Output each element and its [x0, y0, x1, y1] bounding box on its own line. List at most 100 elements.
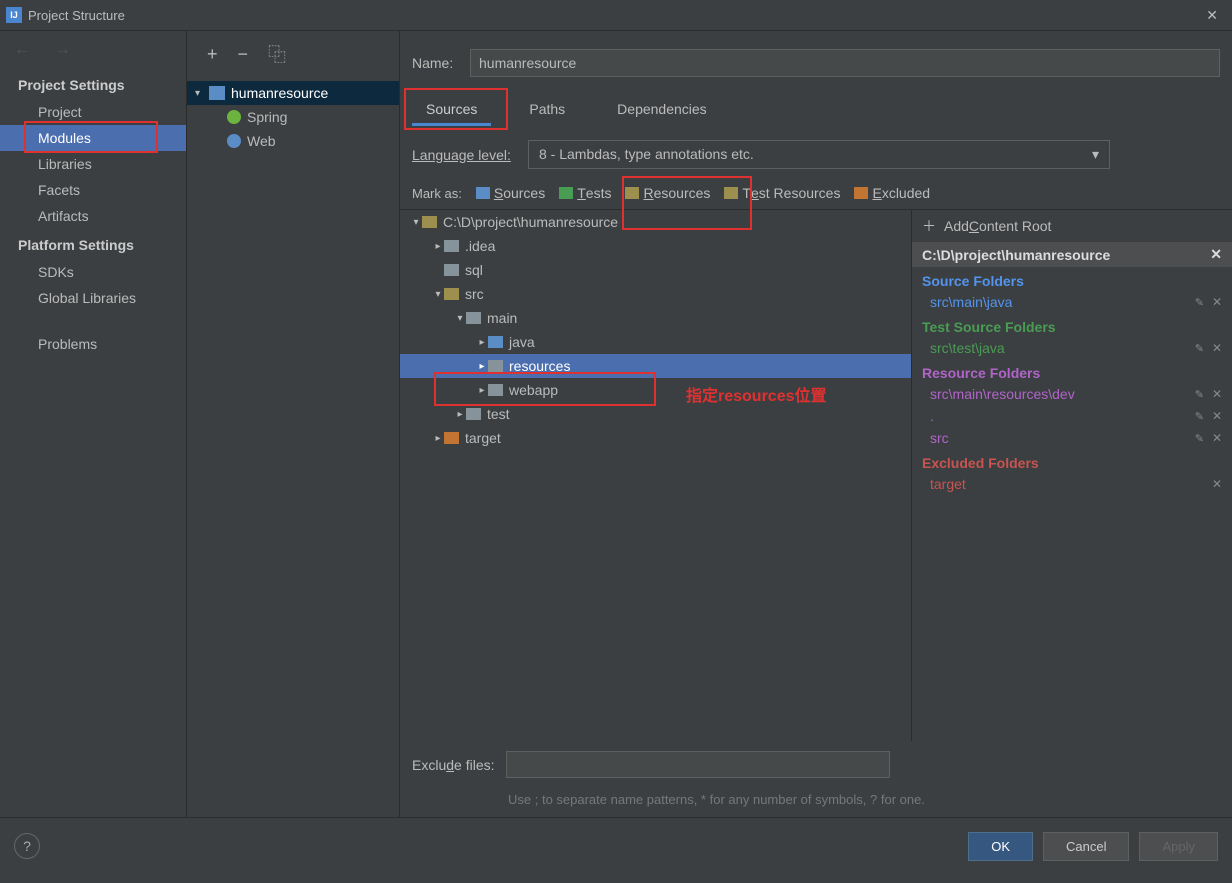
ok-button[interactable]: OK: [968, 832, 1033, 861]
test-folder-item[interactable]: src\test\java✎✕: [912, 337, 1232, 359]
language-level-select[interactable]: 8 - Lambdas, type annotations etc. ▾: [528, 140, 1110, 169]
content-root-path[interactable]: C:\D\project\humanresource✕: [912, 242, 1232, 267]
name-label: Name:: [412, 55, 470, 71]
nav-facets[interactable]: Facets: [0, 177, 186, 203]
resource-folders-head: Resource Folders: [912, 359, 1232, 383]
nav-sdks[interactable]: SDKs: [0, 259, 186, 285]
folder-icon: [444, 264, 459, 276]
apply-button[interactable]: Apply: [1139, 832, 1218, 861]
folder-icon: [724, 187, 738, 199]
close-icon[interactable]: ✕: [1210, 246, 1222, 263]
nav-problems[interactable]: Problems: [0, 331, 186, 357]
ctree-java[interactable]: ▸java: [400, 330, 911, 354]
folder-icon: [444, 240, 459, 252]
copy-module-icon[interactable]: ⿻: [268, 41, 286, 67]
module-root[interactable]: ▾ humanresource: [187, 81, 399, 105]
nav-forward-icon[interactable]: →: [54, 41, 70, 58]
ctree-idea[interactable]: ▸.idea: [400, 234, 911, 258]
ctree-root[interactable]: ▾C:\D\project\humanresource: [400, 210, 911, 234]
help-icon[interactable]: ?: [14, 833, 40, 859]
folder-icon: [466, 408, 481, 420]
close-icon[interactable]: ✕: [1212, 341, 1222, 355]
exclude-files-label: Exclude files:: [412, 757, 506, 773]
chevron-down-icon[interactable]: ▾: [195, 88, 205, 99]
module-name-input[interactable]: [470, 49, 1220, 77]
pencil-icon[interactable]: ✎: [1195, 296, 1204, 309]
tab-dependencies[interactable]: Dependencies: [603, 95, 721, 126]
excluded-folder-item[interactable]: target✕: [912, 473, 1232, 495]
content-panel: Name: Sources Paths Dependencies Languag…: [400, 31, 1232, 817]
mark-test-resources[interactable]: Test Resources: [724, 185, 840, 201]
language-level-label: Language level:: [412, 147, 528, 163]
close-icon[interactable]: ✕: [1212, 295, 1222, 309]
left-nav: ← → Project Settings Project Modules Lib…: [0, 31, 187, 817]
nav-artifacts[interactable]: Artifacts: [0, 203, 186, 229]
ctree-webapp[interactable]: ▸webapp: [400, 378, 911, 402]
pencil-icon[interactable]: ✎: [1195, 388, 1204, 401]
section-platform-settings: Platform Settings: [0, 229, 186, 259]
ctree-main[interactable]: ▾main: [400, 306, 911, 330]
exclude-hint: Use ; to separate name patterns, * for a…: [400, 788, 940, 817]
pencil-icon[interactable]: ✎: [1195, 432, 1204, 445]
close-icon[interactable]: ✕: [1212, 409, 1222, 423]
close-icon[interactable]: ✕: [1212, 477, 1222, 491]
window-title: Project Structure: [28, 8, 1198, 23]
nav-modules[interactable]: Modules: [0, 125, 186, 151]
folder-icon: [854, 187, 868, 199]
pencil-icon[interactable]: ✎: [1195, 342, 1204, 355]
mark-sources[interactable]: Sources: [476, 185, 545, 201]
cancel-button[interactable]: Cancel: [1043, 832, 1129, 861]
markas-label: Mark as:: [412, 186, 462, 201]
add-content-root-button[interactable]: ＋Add Content Root: [912, 210, 1232, 242]
tab-sources[interactable]: Sources: [412, 95, 491, 126]
close-icon[interactable]: ✕: [1198, 7, 1226, 24]
folder-icon: [488, 336, 503, 348]
excluded-folders-head: Excluded Folders: [912, 449, 1232, 473]
ctree-test[interactable]: ▸test: [400, 402, 911, 426]
folder-icon: [488, 360, 503, 372]
pencil-icon[interactable]: ✎: [1195, 410, 1204, 423]
close-icon[interactable]: ✕: [1212, 387, 1222, 401]
tab-paths[interactable]: Paths: [515, 95, 579, 126]
modules-toolbar: + − ⿻: [187, 31, 399, 77]
folder-icon: [625, 187, 639, 199]
mark-tests[interactable]: Tests: [559, 185, 611, 201]
chevron-down-icon: ▾: [1092, 146, 1099, 163]
folder-icon: [422, 216, 437, 228]
close-icon[interactable]: ✕: [1212, 431, 1222, 445]
source-folder-item[interactable]: src\main\java✎✕: [912, 291, 1232, 313]
web-icon: [227, 134, 241, 148]
folder-icon: [444, 288, 459, 300]
nav-libraries[interactable]: Libraries: [0, 151, 186, 177]
mark-resources[interactable]: Resources: [625, 185, 710, 201]
modules-panel: + − ⿻ ▾ humanresource Spring Web: [187, 31, 400, 817]
facet-web[interactable]: Web: [187, 129, 399, 153]
ctree-resources[interactable]: ▸resources: [400, 354, 911, 378]
content-tree: ▾C:\D\project\humanresource ▸.idea sql ▾…: [400, 209, 911, 741]
ctree-src[interactable]: ▾src: [400, 282, 911, 306]
nav-history: ← →: [0, 31, 186, 69]
folder-icon: [476, 187, 490, 199]
folder-icon: [466, 312, 481, 324]
exclude-files-input[interactable]: [506, 751, 890, 778]
nav-back-icon[interactable]: ←: [14, 41, 30, 58]
test-folders-head: Test Source Folders: [912, 313, 1232, 337]
add-module-icon[interactable]: +: [207, 44, 218, 65]
content-roots-panel: ＋Add Content Root C:\D\project\humanreso…: [911, 209, 1232, 741]
ctree-sql[interactable]: sql: [400, 258, 911, 282]
spring-icon: [227, 110, 241, 124]
resource-folder-item[interactable]: src\main\resources\dev✎✕: [912, 383, 1232, 405]
folder-icon: [559, 187, 573, 199]
remove-module-icon[interactable]: −: [238, 44, 249, 65]
section-project-settings: Project Settings: [0, 69, 186, 99]
nav-project[interactable]: Project: [0, 99, 186, 125]
mark-excluded[interactable]: Excluded: [854, 185, 930, 201]
source-folders-head: Source Folders: [912, 267, 1232, 291]
nav-global-libraries[interactable]: Global Libraries: [0, 285, 186, 311]
module-label: humanresource: [231, 85, 328, 101]
folder-icon: [444, 432, 459, 444]
facet-spring[interactable]: Spring: [187, 105, 399, 129]
resource-folder-item[interactable]: .✎✕: [912, 405, 1232, 427]
resource-folder-item[interactable]: src✎✕: [912, 427, 1232, 449]
ctree-target[interactable]: ▸target: [400, 426, 911, 450]
